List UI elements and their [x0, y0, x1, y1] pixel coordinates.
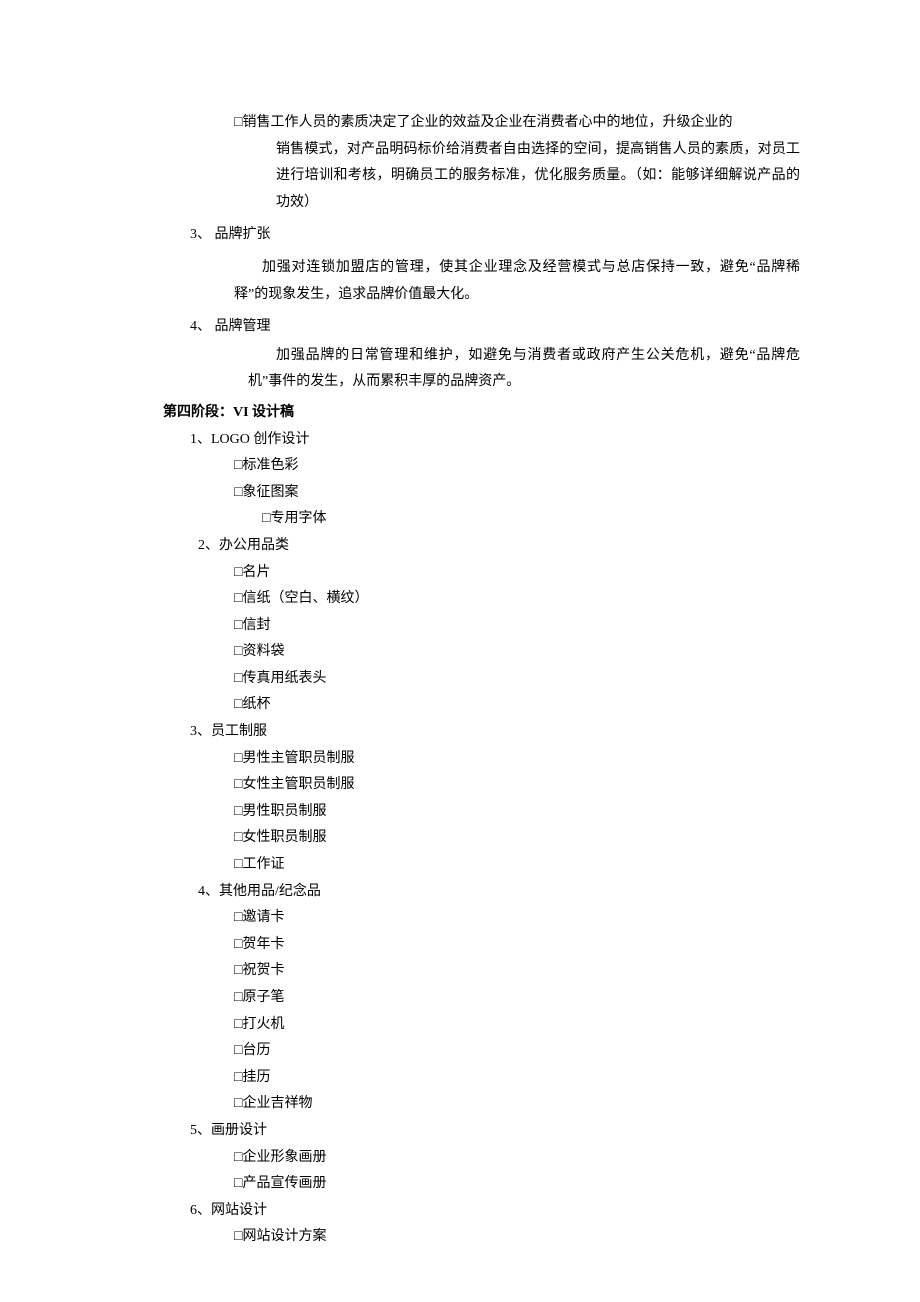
vi-4-item: □台历 [120, 1038, 800, 1065]
intro-body: 销售模式，对产品明码标价给消费者自由选择的空间，提高销售人员的素质，对员工进行培… [120, 137, 800, 217]
vi-4-item: □祝贺卡 [120, 958, 800, 985]
vi-2-item: □资料袋 [120, 639, 800, 666]
vi-2-item: □信纸（空白、横纹） [120, 586, 800, 613]
vi-3-item: □工作证 [120, 852, 800, 879]
vi-4-item: □原子笔 [120, 985, 800, 1012]
intro-first-line: □销售工作人员的素质决定了企业的效益及企业在消费者心中的地位，升级企业的 [120, 110, 800, 137]
vi-4-item: □贺年卡 [120, 932, 800, 959]
stage-4-heading: 第四阶段：VI 设计稿 [120, 400, 800, 427]
vi-3-item: □男性职员制服 [120, 799, 800, 826]
vi-5-item: □企业形象画册 [120, 1145, 800, 1172]
vi-2-item: □传真用纸表头 [120, 666, 800, 693]
document-page: □销售工作人员的素质决定了企业的效益及企业在消费者心中的地位，升级企业的 销售模… [0, 0, 920, 1302]
vi-2-item: □信封 [120, 613, 800, 640]
vi-3-item: □男性主管职员制服 [120, 746, 800, 773]
vi-5-item: □产品宣传画册 [120, 1171, 800, 1198]
vi-3-title: 3、员工制服 [120, 719, 800, 746]
section-3-body: 加强对连锁加盟店的管理，使其企业理念及经营模式与总店保持一致，避免“品牌稀释”的… [120, 255, 800, 308]
section-3-title: 3、 品牌扩张 [120, 222, 800, 249]
vi-4-item: □挂历 [120, 1065, 800, 1092]
vi-2-title: 2、办公用品类 [120, 533, 800, 560]
vi-4-item: □企业吉祥物 [120, 1091, 800, 1118]
section-4-title: 4、 品牌管理 [120, 314, 800, 341]
vi-1-item: □专用字体 [120, 506, 800, 533]
section-4-body: 加强品牌的日常管理和维护，如避免与消费者或政府产生公关危机，避免“品牌危机”事件… [120, 343, 800, 396]
vi-4-item: □邀请卡 [120, 905, 800, 932]
vi-6-item: □网站设计方案 [120, 1224, 800, 1251]
vi-3-item: □女性职员制服 [120, 825, 800, 852]
vi-1-item: □象征图案 [120, 480, 800, 507]
vi-6-title: 6、网站设计 [120, 1198, 800, 1225]
vi-2-item: □纸杯 [120, 692, 800, 719]
vi-5-title: 5、画册设计 [120, 1118, 800, 1145]
vi-3-item: □女性主管职员制服 [120, 772, 800, 799]
vi-2-item: □名片 [120, 560, 800, 587]
vi-4-title: 4、其他用品/纪念品 [120, 879, 800, 906]
vi-1-title: 1、LOGO 创作设计 [120, 427, 800, 454]
vi-4-item: □打火机 [120, 1012, 800, 1039]
vi-1-item: □标准色彩 [120, 453, 800, 480]
intro-text-lead: 销售工作人员的素质决定了企业的效益及企业在消费者心中的地位，升级企业的 [242, 115, 732, 130]
